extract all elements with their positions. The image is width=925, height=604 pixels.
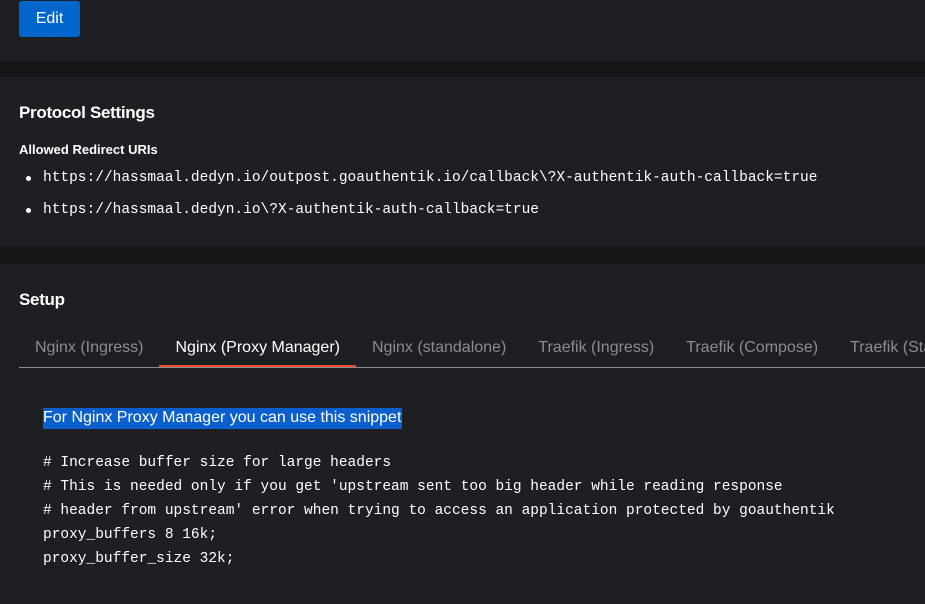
- redirect-uri-item: https://hassmaal.dedyn.io/outpost.goauth…: [26, 170, 817, 202]
- tab-nginx-proxy-manager[interactable]: Nginx (Proxy Manager): [159, 327, 356, 367]
- code-line: # This is needed only if you get 'upstre…: [43, 479, 783, 495]
- redirect-uri-text: https://hassmaal.dedyn.io/outpost.goauth…: [43, 170, 818, 186]
- redirect-uri-list: https://hassmaal.dedyn.io/outpost.goauth…: [26, 170, 817, 234]
- bullet-icon: [26, 208, 31, 213]
- tab-traefik-standalone[interactable]: Traefik (Standalone): [834, 327, 925, 367]
- code-line: proxy_buffers 8 16k;: [43, 527, 218, 543]
- redirect-uri-item: https://hassmaal.dedyn.io\?X-authentik-a…: [26, 202, 817, 234]
- setup-card: Setup Nginx (Ingress) Nginx (Proxy Manag…: [0, 264, 925, 604]
- redirect-uri-text: https://hassmaal.dedyn.io\?X-authentik-a…: [43, 202, 539, 218]
- redirect-uris-label: Allowed Redirect URIs: [19, 142, 158, 157]
- code-line: # Increase buffer size for large headers: [43, 455, 392, 471]
- tab-nginx-standalone[interactable]: Nginx (standalone): [356, 327, 522, 367]
- protocol-settings-title: Protocol Settings: [19, 103, 155, 122]
- setup-title: Setup: [19, 290, 65, 309]
- code-line: proxy_buffer_size 32k;: [43, 551, 235, 567]
- tab-traefik-ingress[interactable]: Traefik (Ingress): [522, 327, 670, 367]
- protocol-settings-card: Protocol Settings Allowed Redirect URIs …: [0, 77, 925, 247]
- code-line: # header from upstream' error when tryin…: [43, 503, 835, 519]
- bullet-icon: [26, 176, 31, 181]
- setup-tabs: Nginx (Ingress) Nginx (Proxy Manager) Ng…: [19, 327, 925, 368]
- details-card: Edit: [0, 0, 925, 61]
- snippet-intro-text: For Nginx Proxy Manager you can use this…: [43, 408, 403, 429]
- tab-nginx-ingress[interactable]: Nginx (Ingress): [19, 327, 159, 367]
- edit-button[interactable]: Edit: [19, 1, 80, 37]
- code-snippet: # Increase buffer size for large headers…: [43, 451, 835, 571]
- tab-traefik-compose[interactable]: Traefik (Compose): [670, 327, 834, 367]
